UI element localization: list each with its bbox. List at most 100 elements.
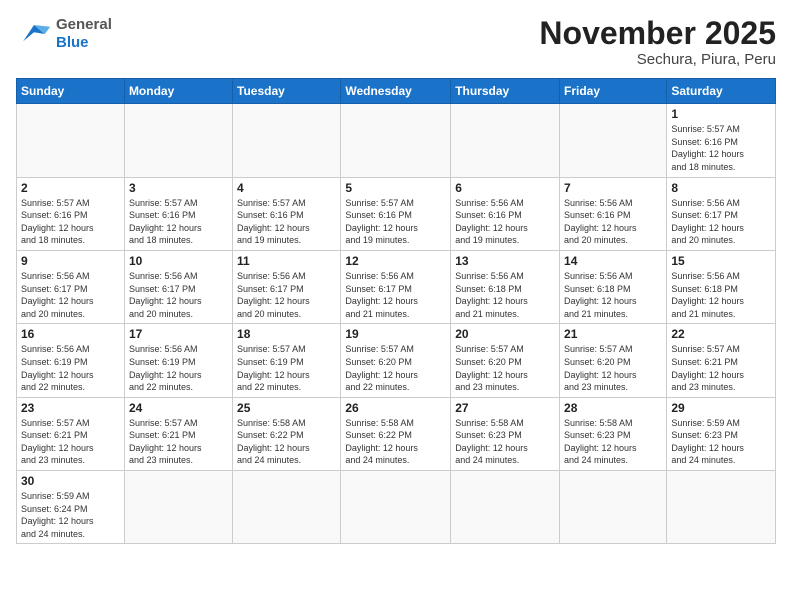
table-row: 11 Sunrise: 5:56 AM Sunset: 6:17 PM Dayli…	[233, 250, 341, 323]
table-row	[341, 104, 451, 177]
day-number: 10	[129, 254, 228, 268]
day-number: 6	[455, 181, 555, 195]
day-number: 30	[21, 474, 120, 488]
logo: General Blue	[16, 16, 112, 52]
calendar-table: Sunday Monday Tuesday Wednesday Thursday…	[16, 78, 776, 544]
day-number: 8	[671, 181, 771, 195]
header-sunday: Sunday	[17, 79, 125, 104]
page: General Blue November 2025 Sechura, Piur…	[0, 0, 792, 612]
day-info: Sunrise: 5:58 AM Sunset: 6:22 PM Dayligh…	[345, 417, 446, 467]
day-number: 4	[237, 181, 336, 195]
day-number: 14	[564, 254, 662, 268]
day-number: 15	[671, 254, 771, 268]
day-number: 23	[21, 401, 120, 415]
table-row: 5 Sunrise: 5:57 AM Sunset: 6:16 PM Daylig…	[341, 177, 451, 250]
day-number: 13	[455, 254, 555, 268]
day-number: 5	[345, 181, 446, 195]
header-saturday: Saturday	[667, 79, 776, 104]
header-wednesday: Wednesday	[341, 79, 451, 104]
day-info: Sunrise: 5:56 AM Sunset: 6:18 PM Dayligh…	[564, 270, 662, 320]
table-row: 26 Sunrise: 5:58 AM Sunset: 6:22 PM Dayli…	[341, 397, 451, 470]
day-info: Sunrise: 5:57 AM Sunset: 6:16 PM Dayligh…	[237, 197, 336, 247]
logo-icon	[16, 16, 52, 52]
table-row	[560, 104, 667, 177]
day-number: 22	[671, 327, 771, 341]
table-row: 30Sunrise: 5:59 AM Sunset: 6:24 PM Dayli…	[17, 471, 125, 544]
day-number: 27	[455, 401, 555, 415]
day-info: Sunrise: 5:56 AM Sunset: 6:16 PM Dayligh…	[564, 197, 662, 247]
day-number: 11	[237, 254, 336, 268]
logo-text: General Blue	[56, 16, 112, 52]
header-thursday: Thursday	[451, 79, 560, 104]
day-number: 26	[345, 401, 446, 415]
day-info: Sunrise: 5:56 AM Sunset: 6:17 PM Dayligh…	[345, 270, 446, 320]
day-number: 17	[129, 327, 228, 341]
day-number: 1	[671, 107, 771, 121]
day-info: Sunrise: 5:57 AM Sunset: 6:20 PM Dayligh…	[455, 343, 555, 393]
day-number: 25	[237, 401, 336, 415]
day-number: 3	[129, 181, 228, 195]
table-row	[451, 471, 560, 544]
day-info: Sunrise: 5:57 AM Sunset: 6:21 PM Dayligh…	[671, 343, 771, 393]
table-row	[124, 471, 232, 544]
table-row: 7 Sunrise: 5:56 AM Sunset: 6:16 PM Daylig…	[560, 177, 667, 250]
table-row: 4 Sunrise: 5:57 AM Sunset: 6:16 PM Daylig…	[233, 177, 341, 250]
table-row: 21Sunrise: 5:57 AM Sunset: 6:20 PM Dayli…	[560, 324, 667, 397]
calendar-header-row: Sunday Monday Tuesday Wednesday Thursday…	[17, 79, 776, 104]
day-info: Sunrise: 5:58 AM Sunset: 6:23 PM Dayligh…	[564, 417, 662, 467]
table-row: 23 Sunrise: 5:57 AM Sunset: 6:21 PM Dayli…	[17, 397, 125, 470]
table-row: 22 Sunrise: 5:57 AM Sunset: 6:21 PM Dayli…	[667, 324, 776, 397]
day-number: 2	[21, 181, 120, 195]
header-tuesday: Tuesday	[233, 79, 341, 104]
table-row	[233, 104, 341, 177]
day-number: 28	[564, 401, 662, 415]
table-row: 3 Sunrise: 5:57 AM Sunset: 6:16 PM Daylig…	[124, 177, 232, 250]
table-row: 9Sunrise: 5:56 AM Sunset: 6:17 PM Daylig…	[17, 250, 125, 323]
table-row: 8 Sunrise: 5:56 AM Sunset: 6:17 PM Daylig…	[667, 177, 776, 250]
day-number: 18	[237, 327, 336, 341]
day-info: Sunrise: 5:56 AM Sunset: 6:18 PM Dayligh…	[455, 270, 555, 320]
day-number: 24	[129, 401, 228, 415]
day-number: 16	[21, 327, 120, 341]
header-monday: Monday	[124, 79, 232, 104]
table-row	[451, 104, 560, 177]
day-info: Sunrise: 5:56 AM Sunset: 6:17 PM Dayligh…	[671, 197, 771, 247]
table-row	[17, 104, 125, 177]
day-info: Sunrise: 5:58 AM Sunset: 6:23 PM Dayligh…	[455, 417, 555, 467]
day-number: 20	[455, 327, 555, 341]
day-info: Sunrise: 5:57 AM Sunset: 6:21 PM Dayligh…	[21, 417, 120, 467]
table-row: 10Sunrise: 5:56 AM Sunset: 6:17 PM Dayli…	[124, 250, 232, 323]
table-row: 17 Sunrise: 5:56 AM Sunset: 6:19 PM Dayli…	[124, 324, 232, 397]
day-info: Sunrise: 5:56 AM Sunset: 6:16 PM Dayligh…	[455, 197, 555, 247]
day-info: Sunrise: 5:56 AM Sunset: 6:17 PM Dayligh…	[237, 270, 336, 320]
table-row: 20 Sunrise: 5:57 AM Sunset: 6:20 PM Dayli…	[451, 324, 560, 397]
day-info: Sunrise: 5:59 AM Sunset: 6:23 PM Dayligh…	[671, 417, 771, 467]
table-row	[560, 471, 667, 544]
day-info: Sunrise: 5:56 AM Sunset: 6:19 PM Dayligh…	[129, 343, 228, 393]
day-info: Sunrise: 5:57 AM Sunset: 6:16 PM Dayligh…	[671, 123, 771, 173]
day-info: Sunrise: 5:58 AM Sunset: 6:22 PM Dayligh…	[237, 417, 336, 467]
day-info: Sunrise: 5:57 AM Sunset: 6:16 PM Dayligh…	[345, 197, 446, 247]
day-info: Sunrise: 5:57 AM Sunset: 6:21 PM Dayligh…	[129, 417, 228, 467]
day-info: Sunrise: 5:56 AM Sunset: 6:18 PM Dayligh…	[671, 270, 771, 320]
table-row: 12 Sunrise: 5:56 AM Sunset: 6:17 PM Dayli…	[341, 250, 451, 323]
table-row: 24 Sunrise: 5:57 AM Sunset: 6:21 PM Dayli…	[124, 397, 232, 470]
day-info: Sunrise: 5:56 AM Sunset: 6:17 PM Dayligh…	[21, 270, 120, 320]
calendar-title: November 2025	[539, 16, 776, 51]
day-number: 12	[345, 254, 446, 268]
table-row: 28 Sunrise: 5:58 AM Sunset: 6:23 PM Dayli…	[560, 397, 667, 470]
table-row: 6 Sunrise: 5:56 AM Sunset: 6:16 PM Daylig…	[451, 177, 560, 250]
day-number: 21	[564, 327, 662, 341]
day-number: 7	[564, 181, 662, 195]
title-block: November 2025 Sechura, Piura, Peru	[539, 16, 776, 68]
table-row	[667, 471, 776, 544]
table-row	[124, 104, 232, 177]
day-info: Sunrise: 5:56 AM Sunset: 6:19 PM Dayligh…	[21, 343, 120, 393]
day-info: Sunrise: 5:57 AM Sunset: 6:16 PM Dayligh…	[129, 197, 228, 247]
table-row: 29 Sunrise: 5:59 AM Sunset: 6:23 PM Dayli…	[667, 397, 776, 470]
table-row: 2Sunrise: 5:57 AM Sunset: 6:16 PM Daylig…	[17, 177, 125, 250]
header-friday: Friday	[560, 79, 667, 104]
day-number: 29	[671, 401, 771, 415]
table-row: 13 Sunrise: 5:56 AM Sunset: 6:18 PM Dayli…	[451, 250, 560, 323]
day-number: 19	[345, 327, 446, 341]
